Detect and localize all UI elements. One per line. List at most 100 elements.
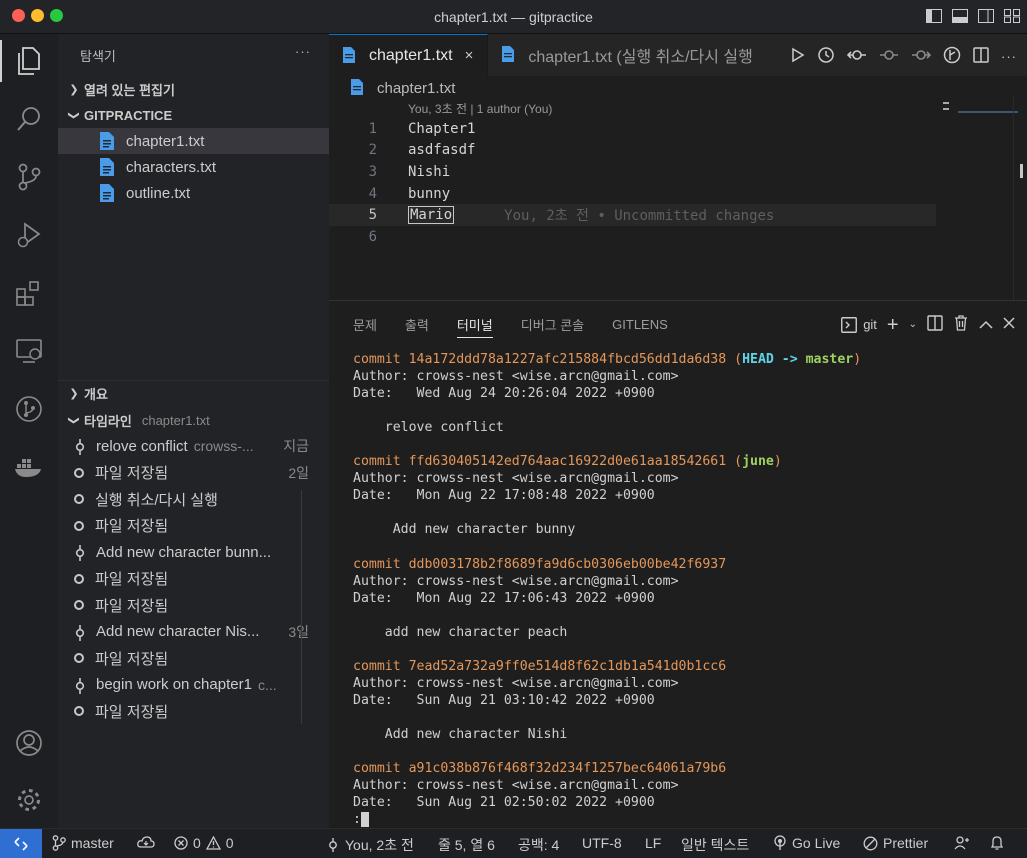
next-commit-icon[interactable] (911, 48, 932, 65)
timeline-item-label: 파일 저장됨 (95, 518, 169, 536)
open-editors-section[interactable]: ❯ 열려 있는 편집기 (58, 76, 329, 102)
tab-problems[interactable]: 문제 (353, 301, 377, 347)
timeline-item[interactable]: 파일 저장됨 (58, 698, 329, 725)
new-terminal-icon[interactable]: + (887, 315, 899, 335)
run-icon[interactable] (791, 47, 805, 66)
toggle-secondary-sidebar-icon[interactable] (977, 8, 995, 24)
split-editor-icon[interactable] (973, 47, 989, 66)
account-icon[interactable] (0, 718, 58, 768)
gitlens-inspect-icon[interactable] (943, 46, 961, 67)
run-debug-icon[interactable] (0, 210, 58, 260)
code-editor[interactable]: 1 Chapter1 2 asdfasdf 3 Nishi 4 bunny 5 Mario You,… (329, 118, 1027, 248)
line-number: 1 (368, 120, 377, 137)
code-line[interactable]: 5 Mario You, 2초 전 • Uncommitted changes (329, 204, 936, 226)
code-line[interactable]: 3 Nishi (329, 161, 1027, 183)
feedback-icon[interactable] (954, 835, 970, 851)
problems-indicator[interactable]: 0 0 (174, 835, 234, 851)
branch-indicator[interactable]: master (52, 835, 114, 851)
close-panel-icon[interactable] (1003, 317, 1015, 332)
warning-count: 0 (225, 835, 234, 851)
timeline-item[interactable]: relove conflict crowss-... 지금 (58, 433, 329, 460)
sync-button[interactable] (137, 835, 155, 849)
indentation[interactable]: 공백: 4 (518, 835, 559, 855)
settings-gear-icon[interactable] (0, 775, 58, 825)
remote-indicator[interactable] (0, 829, 42, 858)
history-icon[interactable] (817, 46, 835, 67)
more-actions-icon[interactable]: ··· (295, 44, 311, 59)
prettier-button[interactable]: Prettier (863, 835, 928, 851)
tab-gitlens[interactable]: GITLENS (612, 301, 668, 347)
code-line[interactable]: 1 Chapter1 (329, 118, 1027, 140)
project-section[interactable]: ❯ GITPRACTICE (58, 102, 329, 128)
terminal-shell-selector[interactable]: git (841, 316, 877, 333)
maximize-panel-icon[interactable] (979, 317, 993, 332)
timeline-item[interactable]: 파일 저장됨 (58, 566, 329, 593)
code-line[interactable]: 2 asdfasdf (329, 140, 1027, 162)
line-text: Chapter1 (408, 120, 476, 137)
encoding[interactable]: UTF-8 (582, 835, 622, 851)
outline-section[interactable]: ❯ 개요 (58, 380, 329, 406)
file-item-chapter1[interactable]: chapter1.txt (58, 128, 329, 154)
file-item-characters[interactable]: characters.txt (58, 154, 329, 180)
saved-circle-icon (74, 494, 84, 505)
go-live-button[interactable]: Go Live (773, 835, 840, 851)
timeline-section[interactable]: ❯ 타임라인 chapter1.txt (58, 407, 329, 433)
line-number: 4 (368, 185, 377, 202)
tab-debug-console[interactable]: 디버그 콘솔 (521, 301, 584, 347)
timeline-scrollbar[interactable] (301, 490, 302, 724)
search-icon[interactable] (0, 94, 58, 144)
timeline-item[interactable]: 파일 저장됨 (58, 645, 329, 672)
language-mode[interactable]: 일반 텍스트 (681, 835, 749, 855)
commit-icon[interactable] (879, 48, 899, 65)
timeline-item-age: 2일 (288, 464, 309, 481)
breadcrumb[interactable]: chapter1.txt (329, 76, 1027, 100)
tab-terminal[interactable]: 터미널 (456, 301, 493, 347)
breadcrumb-file[interactable]: chapter1.txt (377, 80, 455, 97)
timeline-item[interactable]: 실행 취소/다시 실행 (58, 486, 329, 513)
git-commit-icon (74, 438, 86, 456)
customize-layout-icon[interactable] (1003, 8, 1021, 24)
trash-icon[interactable] (953, 315, 969, 334)
codelens-authors[interactable]: You, 3초 전 | 1 author (You) (329, 100, 1027, 118)
timeline-item-label: 파일 저장됨 (95, 465, 169, 483)
explorer-icon[interactable] (0, 36, 58, 86)
author-line: Author: crowss-nest <wise.arcn@gmail.com… (353, 675, 679, 691)
toggle-sidebar-icon[interactable] (925, 8, 943, 24)
editor-scrollbar[interactable] (1013, 96, 1027, 300)
timeline-item[interactable]: Add new character bunn... (58, 539, 329, 566)
code-line[interactable]: 4 bunny (329, 183, 1027, 205)
blame-indicator[interactable]: You, 2초 전 (326, 835, 414, 855)
end-of-line[interactable]: LF (645, 835, 661, 851)
more-actions-icon[interactable]: ··· (1001, 49, 1017, 64)
docker-icon[interactable] (0, 442, 58, 492)
close-tab-icon[interactable]: × (465, 47, 474, 64)
file-item-outline[interactable]: outline.txt (58, 180, 329, 206)
chevron-down-icon[interactable]: ⌄ (909, 319, 917, 330)
extensions-icon[interactable] (0, 268, 58, 318)
minimap-slider[interactable] (943, 102, 949, 110)
timeline-item[interactable]: begin work on chapter1 c... (58, 672, 329, 699)
remote-explorer-icon[interactable] (0, 326, 58, 376)
author-line: Author: crowss-nest <wise.arcn@gmail.com… (353, 471, 679, 487)
timeline-item[interactable]: 파일 저장됨 2일 (58, 460, 329, 487)
cursor-position[interactable]: 줄 5, 열 6 (438, 835, 495, 855)
timeline-item[interactable]: 파일 저장됨 (58, 592, 329, 619)
terminal-output[interactable]: commit 14a172ddd78a1227afc215884fbcd56dd… (329, 347, 1027, 828)
tab-chapter1[interactable]: chapter1.txt × (329, 34, 489, 76)
source-control-icon[interactable] (0, 152, 58, 202)
tab-output[interactable]: 출력 (405, 301, 429, 347)
line-number: 3 (368, 163, 377, 180)
split-terminal-icon[interactable] (927, 315, 943, 334)
notifications-bell-icon[interactable] (990, 835, 1004, 851)
activity-bar (0, 34, 58, 828)
minimap[interactable] (958, 111, 1018, 113)
tab-chapter1-undo-redo[interactable]: chapter1.txt (실행 취소/다시 실행 (488, 34, 766, 76)
gitlens-icon[interactable] (0, 384, 58, 434)
chevron-down-icon: ❯ (67, 415, 80, 425)
timeline-item[interactable]: 파일 저장됨 (58, 513, 329, 540)
code-line[interactable]: 6 (329, 226, 1027, 248)
previous-commit-icon[interactable] (846, 48, 867, 65)
timeline-item[interactable]: Add new character Nis... 3일 (58, 619, 329, 646)
toggle-panel-icon[interactable] (951, 8, 969, 24)
